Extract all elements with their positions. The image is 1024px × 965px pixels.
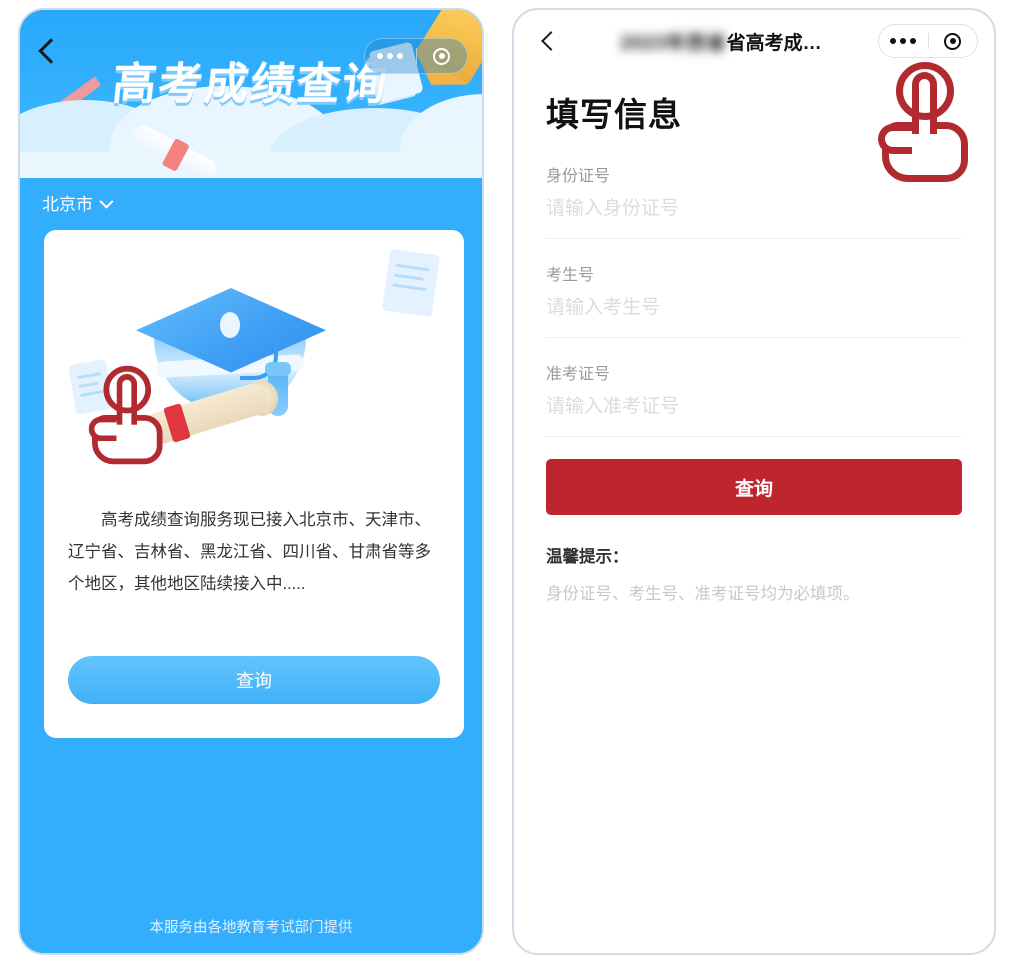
id-number-input[interactable] bbox=[546, 198, 962, 220]
info-form: 身份证号 考生号 准考证号 查询 bbox=[514, 136, 994, 515]
left-phone-screen: 高考成绩查询 北京市 高考成绩查询服务现已接入北京市、天津市、辽宁省、吉林省、黑… bbox=[18, 8, 484, 955]
tips-section: 温馨提示： 身份证号、考生号、准考证号均为必填项。 bbox=[514, 515, 994, 607]
left-banner: 高考成绩查询 bbox=[20, 10, 482, 178]
region-selector[interactable]: 北京市 bbox=[42, 190, 114, 215]
wechat-capsule-menu[interactable] bbox=[364, 38, 468, 74]
region-selector-value: 北京市 bbox=[42, 195, 93, 214]
page-title-blurred: 2023年西省 bbox=[620, 32, 727, 54]
admission-ticket-input[interactable] bbox=[546, 396, 962, 418]
banner-title: 高考成绩查询 bbox=[109, 60, 392, 109]
service-description: 高考成绩查询服务现已接入北京市、天津市、辽宁省、吉林省、黑龙江省、四川省、甘肃省… bbox=[68, 511, 431, 593]
form-heading: 填写信息 bbox=[546, 96, 682, 133]
tips-title: 温馨提示： bbox=[546, 548, 629, 566]
page-title: 2023年西省 省高考成… bbox=[564, 28, 878, 55]
field-label: 准考证号 bbox=[546, 366, 611, 383]
field-id-number: 身份证号 bbox=[546, 162, 962, 239]
graduation-cap-illustration bbox=[44, 230, 464, 498]
query-button[interactable]: 查询 bbox=[546, 459, 962, 515]
back-chevron-icon[interactable] bbox=[541, 31, 561, 51]
screenshot-stage: 高考成绩查询 北京市 高考成绩查询服务现已接入北京市、天津市、辽宁省、吉林省、黑… bbox=[0, 0, 1024, 965]
field-label: 考生号 bbox=[546, 267, 595, 284]
target-circle-icon[interactable] bbox=[929, 32, 978, 50]
left-body: 北京市 高考成绩查询服务现已接入北京市、天津市、辽宁省、吉林省、黑龙江省、四川省… bbox=[20, 178, 482, 953]
field-examinee-number: 考生号 bbox=[546, 261, 962, 338]
query-button[interactable]: 查询 bbox=[68, 656, 440, 704]
cap-button bbox=[220, 312, 240, 338]
document-sheet-icon bbox=[381, 248, 441, 318]
document-sheet-icon bbox=[67, 359, 115, 415]
page-title-text: 省高考成… bbox=[726, 32, 822, 54]
more-dots-icon[interactable] bbox=[365, 53, 416, 59]
target-circle-icon[interactable] bbox=[417, 47, 468, 65]
right-topbar: 2023年西省 省高考成… bbox=[514, 10, 994, 72]
cloud-base bbox=[20, 152, 482, 178]
wechat-capsule-menu[interactable] bbox=[878, 24, 978, 58]
chevron-down-icon bbox=[99, 194, 114, 209]
examinee-number-input[interactable] bbox=[546, 297, 962, 319]
info-card: 高考成绩查询服务现已接入北京市、天津市、辽宁省、吉林省、黑龙江省、四川省、甘肃省… bbox=[44, 230, 464, 738]
footer-note: 本服务由各地教育考试部门提供 bbox=[149, 920, 353, 936]
tips-body: 身份证号、考生号、准考证号均为必填项。 bbox=[546, 585, 860, 603]
field-admission-ticket: 准考证号 bbox=[546, 360, 962, 437]
right-phone-screen: 2023年西省 省高考成… 填写信息 身份证号 考生号 准考证号 bbox=[512, 8, 996, 955]
more-dots-icon[interactable] bbox=[879, 38, 928, 44]
field-label: 身份证号 bbox=[546, 168, 611, 185]
